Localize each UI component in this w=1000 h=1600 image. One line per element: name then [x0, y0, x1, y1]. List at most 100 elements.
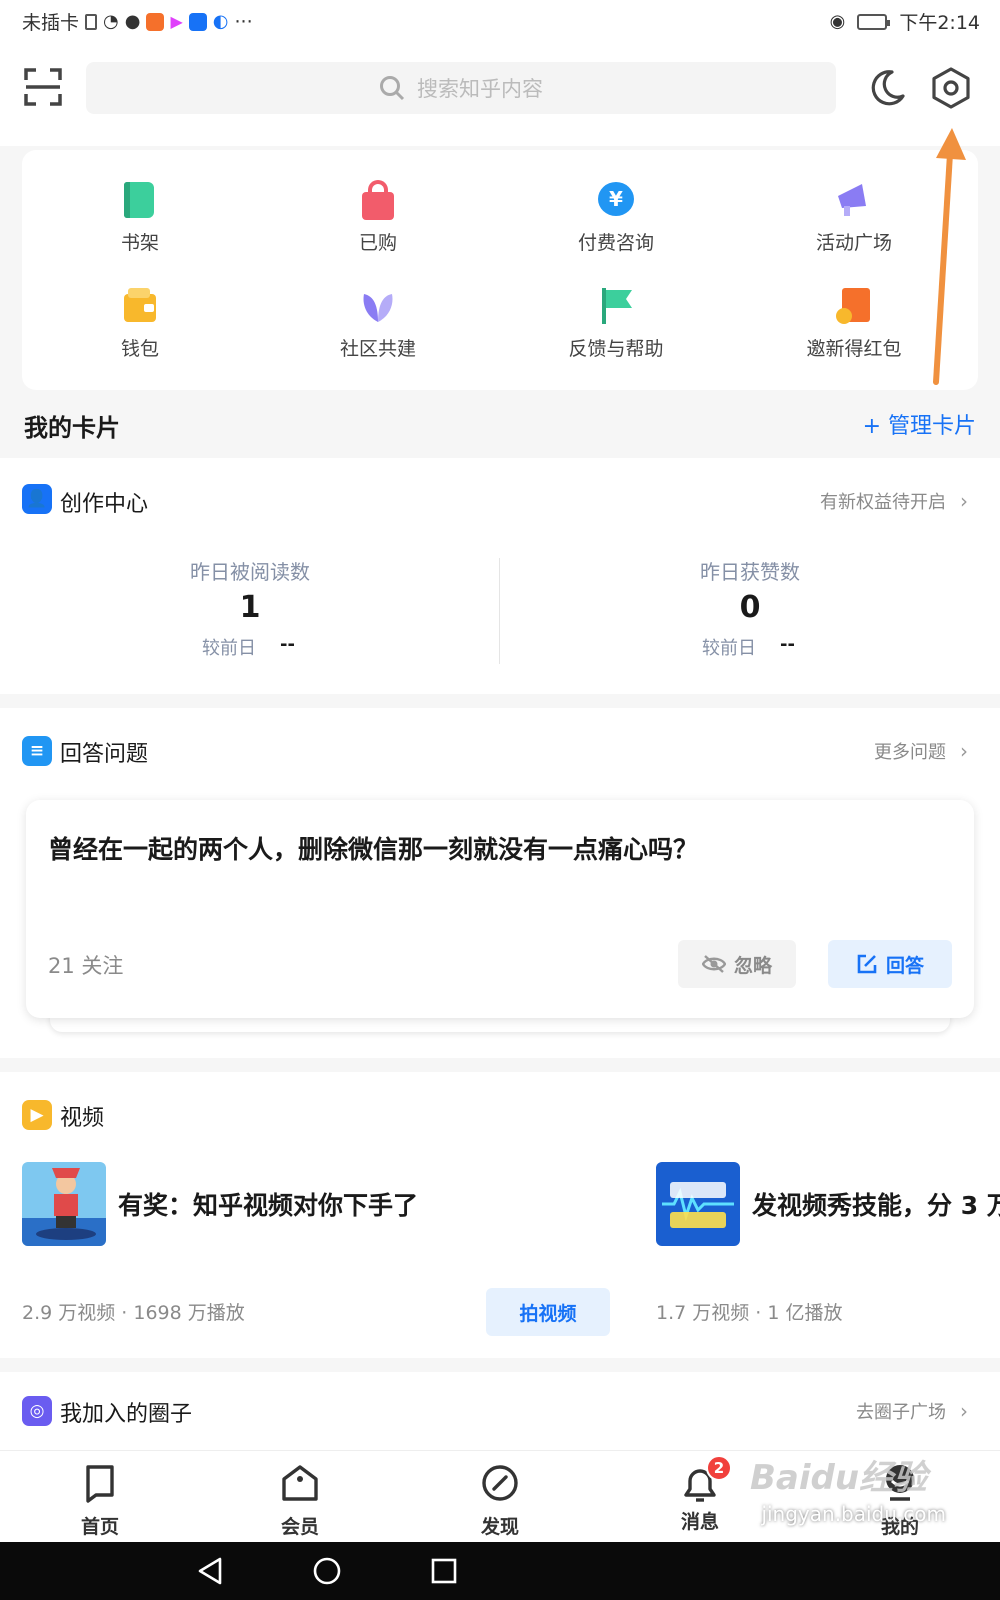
video-camera-icon: ▶: [22, 1100, 52, 1130]
grid-label: 钱包: [120, 338, 159, 360]
stat-likes-value: 0: [739, 590, 761, 625]
sim-icon: [85, 13, 98, 30]
annotation-arrow: [933, 128, 966, 385]
chevron-right-icon: ›: [960, 739, 968, 763]
circle-icon: ◎: [22, 1396, 52, 1426]
qq-icon: ●: [124, 11, 141, 32]
stat-reads-compare: 较前日 --: [202, 634, 295, 660]
more-questions-text: 更多问题: [874, 742, 946, 763]
ignore-button[interactable]: 忽略: [678, 940, 796, 988]
circle-square-text: 去圈子广场: [856, 1402, 946, 1423]
compare-label: 较前日: [702, 638, 756, 659]
grid-label: 邀新得红包: [806, 338, 902, 360]
nav-home[interactable]: 首页: [40, 1463, 160, 1539]
edit-icon: [857, 954, 877, 974]
creation-center-link[interactable]: 有新权益待开启 ›: [820, 488, 968, 514]
stat-reads-label: 昨日被阅读数: [190, 560, 310, 584]
baidu-watermark-logo: Baidu经验: [750, 1458, 928, 1498]
sprout-icon: [358, 286, 398, 326]
compare-value: --: [780, 634, 795, 655]
grid-label: 反馈与帮助: [568, 338, 664, 360]
grid-item-feedback[interactable]: 反馈与帮助: [516, 286, 716, 361]
video-item-meta: 1.7 万视频 · 1 亿播放: [656, 1302, 843, 1324]
question-card[interactable]: 曾经在一起的两个人，删除微信那一刻就没有一点痛心吗？ 21 关注 忽略 回答: [26, 800, 974, 1018]
video-title: 视频: [60, 1106, 105, 1131]
crown-icon: [282, 1465, 318, 1501]
grid-label: 付费咨询: [577, 232, 654, 254]
flag-icon: [596, 286, 636, 326]
nav-label: 会员: [280, 1516, 319, 1538]
top-header: 搜索知乎内容: [0, 40, 1000, 146]
wifi-icon: ◔: [103, 11, 119, 32]
grid-label: 已购: [358, 232, 397, 254]
shopping-bag-icon: [358, 180, 398, 220]
recents-icon[interactable]: [430, 1557, 458, 1585]
moon-icon[interactable]: [866, 68, 906, 108]
video-app-icon: ▶: [170, 12, 183, 31]
grid-item-paid-consult[interactable]: ¥ 付费咨询: [516, 180, 716, 255]
scan-icon[interactable]: [24, 68, 62, 106]
more-questions-link[interactable]: 更多问题 ›: [874, 738, 968, 764]
system-nav-bar: [0, 1542, 1000, 1600]
circle-square-link[interactable]: 去圈子广场 ›: [856, 1398, 968, 1424]
browser-notify-icon: ◐: [212, 11, 229, 32]
nav-label: 消息: [680, 1511, 719, 1533]
chevron-right-icon: ›: [960, 1399, 968, 1423]
app-notify-icon-1: [146, 12, 165, 31]
search-icon: [380, 76, 405, 101]
video-item-title[interactable]: 有奖：知乎视频对你下手了: [118, 1186, 418, 1222]
nav-discover[interactable]: 发现: [440, 1463, 560, 1539]
nav-label: 发现: [480, 1516, 519, 1538]
circles-card: ◎ 我加入的圈子 去圈子广场 ›: [0, 1372, 1000, 1450]
stat-likes-compare: 较前日 --: [702, 634, 795, 660]
grid-label: 活动广场: [815, 232, 892, 254]
megaphone-icon: [834, 180, 874, 220]
settings-icon[interactable]: [930, 66, 972, 110]
eye-comfort-icon: ◉: [829, 11, 846, 32]
grid-label: 社区共建: [339, 338, 416, 360]
creation-center-link-text: 有新权益待开启: [820, 492, 946, 513]
stat-reads-value: 1: [239, 590, 261, 625]
grid-item-wallet[interactable]: 钱包: [40, 286, 240, 361]
question-followers: 21 关注: [48, 954, 124, 978]
compare-label: 较前日: [202, 638, 256, 659]
compass-icon: [482, 1465, 518, 1501]
red-envelope-icon: [834, 286, 874, 326]
unread-badge: 2: [706, 1455, 732, 1481]
quick-entry-grid: 书架 已购 ¥ 付费咨询 活动广场 钱包 社区共建 反馈与帮助 邀新得红包: [22, 150, 978, 390]
grid-item-purchased[interactable]: 已购: [278, 180, 478, 255]
yuan-chat-icon: ¥: [596, 180, 636, 220]
back-icon[interactable]: [196, 1556, 224, 1586]
manage-cards-link[interactable]: + 管理卡片: [863, 408, 976, 440]
nav-vip[interactable]: 会员: [240, 1463, 360, 1539]
circles-title: 我加入的圈子: [60, 1402, 193, 1427]
status-left: 未插卡 ◔ ● ▶ ◐ ···: [22, 8, 253, 35]
answer-label: 回答: [885, 954, 924, 977]
video-thumbnail-2[interactable]: [656, 1162, 740, 1246]
home-circle-icon[interactable]: [312, 1556, 342, 1586]
question-icon: ≡: [22, 736, 52, 766]
search-bar[interactable]: 搜索知乎内容: [86, 62, 836, 114]
creation-center-card: 👤 创作中心 有新权益待开启 › 昨日被阅读数 1 较前日 -- 昨日获赞数 0…: [0, 458, 1000, 694]
battery-icon: [857, 13, 891, 30]
grid-item-activity-square[interactable]: 活动广场: [754, 180, 954, 255]
grid-item-community[interactable]: 社区共建: [278, 286, 478, 361]
grid-label: 书架: [120, 232, 159, 254]
zhihu-notify-icon: [188, 12, 207, 31]
stat-likes-label: 昨日获赞数: [700, 560, 800, 584]
status-bar: 未插卡 ◔ ● ▶ ◐ ··· ◉ 下午2:14: [0, 0, 1000, 40]
shoot-video-button[interactable]: 拍视频: [486, 1288, 610, 1336]
status-right: ◉ 下午2:14: [830, 8, 980, 35]
grid-item-bookshelf[interactable]: 书架: [40, 180, 240, 255]
question-title[interactable]: 曾经在一起的两个人，删除微信那一刻就没有一点痛心吗？: [48, 830, 948, 866]
answer-button[interactable]: 回答: [828, 940, 952, 988]
bell-wrapper: 2: [680, 1455, 732, 1503]
book-icon: [120, 180, 160, 220]
more-notify-icon: ···: [234, 10, 253, 33]
video-thumbnail-1[interactable]: [22, 1162, 106, 1246]
compare-value: --: [280, 634, 295, 655]
grid-item-invite[interactable]: 邀新得红包: [754, 286, 954, 361]
creator-icon: 👤: [22, 484, 52, 514]
nav-messages[interactable]: 2 消息: [640, 1455, 760, 1534]
video-item-title[interactable]: 发视频秀技能，分 3 万: [752, 1186, 1000, 1222]
